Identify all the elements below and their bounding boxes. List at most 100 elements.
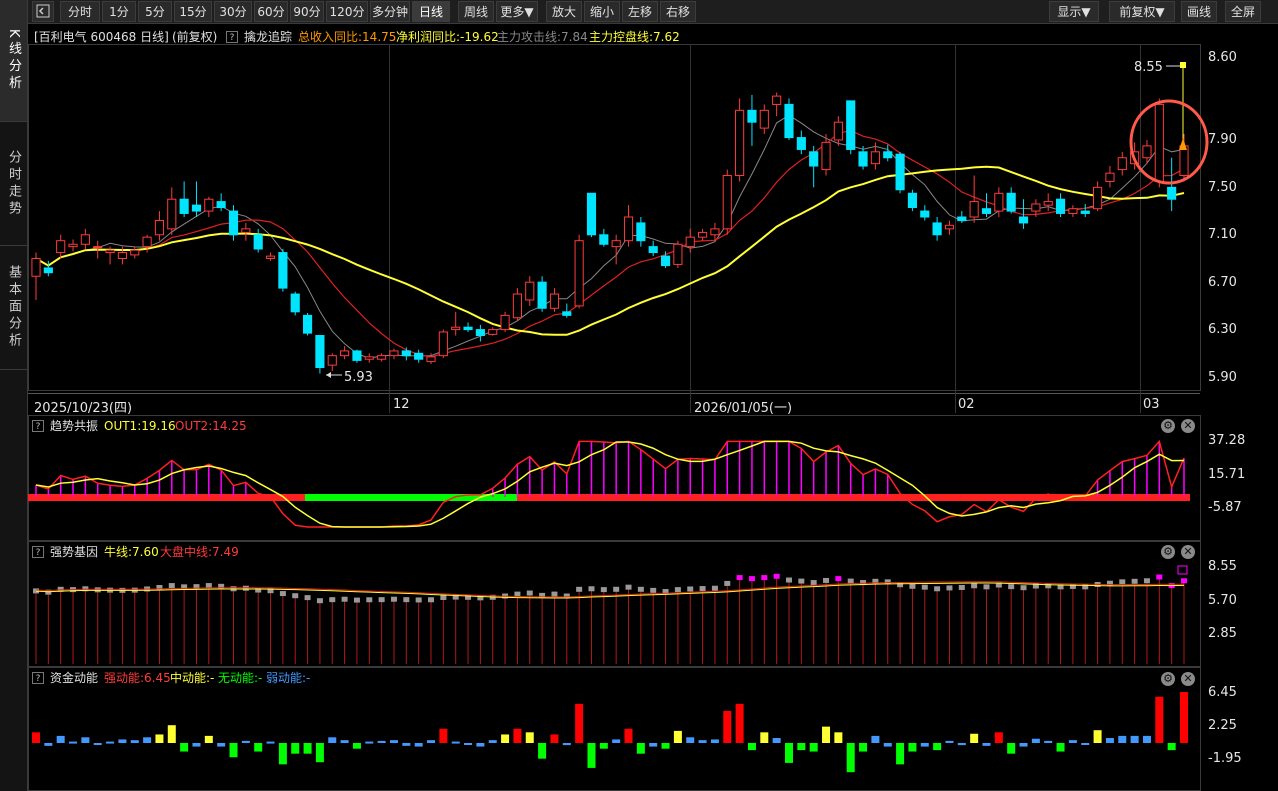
p3-dot: [94, 587, 101, 593]
candle-body: [1006, 192, 1016, 212]
y-tick: 5.90: [1208, 370, 1237, 385]
candle-body: [463, 326, 473, 331]
p3-dot: [526, 590, 533, 596]
candle-body: [895, 153, 905, 191]
p4-bar: [192, 743, 201, 747]
p4-bar: [673, 730, 682, 743]
candle-body: [1105, 172, 1115, 182]
p4-bar: [538, 743, 547, 759]
candle-body: [142, 236, 152, 248]
settings-icon[interactable]: ⚙: [1161, 419, 1175, 433]
p3-dot: [847, 578, 854, 584]
panel2-frame: [28, 415, 1201, 541]
candle-body: [117, 252, 127, 259]
candle-body: [907, 192, 918, 209]
candle-body: [1154, 103, 1164, 182]
settings-icon[interactable]: ⚙: [1161, 545, 1175, 559]
p4-bar: [130, 740, 139, 743]
p4-bar: [1044, 740, 1053, 743]
p4-bar: [254, 743, 263, 752]
y-tick: 8.60: [1208, 50, 1237, 65]
candle-body: [747, 109, 757, 123]
p4-bar: [1130, 735, 1139, 743]
candle-body: [204, 198, 214, 212]
panel4-none: 无动能:-: [218, 671, 263, 685]
candle-body: [179, 198, 189, 214]
panel2-out2: OUT2:14.25: [175, 419, 247, 433]
p3-dot: [428, 597, 435, 603]
p4-bar: [1007, 743, 1016, 754]
p4-bar: [1105, 738, 1114, 743]
p3-dot: [576, 586, 583, 592]
close-icon[interactable]: ✕: [1181, 545, 1195, 559]
p4-bar: [1031, 738, 1040, 743]
candle-body: [525, 281, 535, 301]
p3-dot: [971, 583, 978, 589]
y-tick: 6.70: [1208, 275, 1237, 290]
p2-y-tick: -5.87: [1208, 500, 1242, 515]
candle-body: [549, 293, 560, 309]
p4-bar: [513, 728, 522, 743]
help-icon[interactable]: ?: [32, 420, 44, 432]
p4-bar: [982, 743, 991, 746]
p4-bar: [93, 743, 102, 745]
p3-dot: [711, 585, 718, 591]
p3-dot: [1131, 578, 1138, 584]
p4-bar: [1167, 743, 1176, 751]
candle-body: [43, 267, 53, 274]
p4-bar: [1155, 696, 1164, 743]
candle-body: [574, 240, 584, 307]
p4-bar: [278, 743, 287, 765]
y-tick: 7.10: [1208, 227, 1237, 242]
candle-body: [216, 201, 226, 209]
p3-dot: [600, 587, 607, 593]
candle-body: [821, 141, 831, 171]
candle-body: [673, 243, 683, 265]
candle-body: [772, 95, 782, 105]
p3-dot: [341, 596, 348, 602]
p4-bar: [81, 737, 90, 743]
p4-bar: [303, 743, 312, 754]
p3-dot: [415, 597, 422, 603]
p3-dot: [440, 595, 447, 601]
p4-bar: [809, 743, 818, 752]
low-price-label: 5.93: [344, 370, 373, 385]
x-tick: 02: [958, 397, 975, 412]
panel3-name: 强势基因: [50, 545, 99, 559]
candle-body: [636, 222, 646, 242]
p4-bar: [587, 743, 596, 768]
p3-dot: [1045, 583, 1052, 589]
p4-bar: [365, 741, 374, 744]
candle-body: [599, 234, 609, 245]
settings-icon[interactable]: ⚙: [1161, 672, 1175, 686]
candle-body: [698, 231, 708, 238]
candle-body: [710, 228, 720, 236]
p4-bar: [562, 743, 571, 746]
p4-y-tick: 6.45: [1208, 685, 1237, 700]
candle-body: [253, 234, 263, 250]
candle-body: [957, 216, 967, 222]
panel4-weak: 弱动能:-: [266, 671, 311, 685]
ma-line-yellow: [35, 165, 1185, 336]
p3-dot: [168, 583, 175, 589]
candle-body: [994, 192, 1004, 212]
candle-body: [475, 329, 485, 337]
close-icon[interactable]: ✕: [1181, 419, 1195, 433]
p3-dot: [637, 586, 644, 592]
y-tick: 7.90: [1208, 132, 1237, 147]
p3-dot: [316, 598, 323, 604]
p4-bar: [550, 734, 559, 743]
help-icon[interactable]: ?: [32, 546, 44, 558]
p3-dot: [329, 597, 336, 603]
p3-dot: [1069, 583, 1076, 589]
candle-body: [327, 355, 337, 366]
close-icon[interactable]: ✕: [1181, 672, 1195, 686]
help-icon[interactable]: ?: [32, 672, 44, 684]
p4-bar: [797, 743, 806, 751]
candle-body: [31, 257, 41, 277]
candle-body: [302, 314, 313, 334]
candle-body: [241, 228, 251, 233]
rocket-icon: [1179, 138, 1187, 150]
candle-body: [68, 243, 78, 248]
p4-bar: [451, 741, 460, 744]
